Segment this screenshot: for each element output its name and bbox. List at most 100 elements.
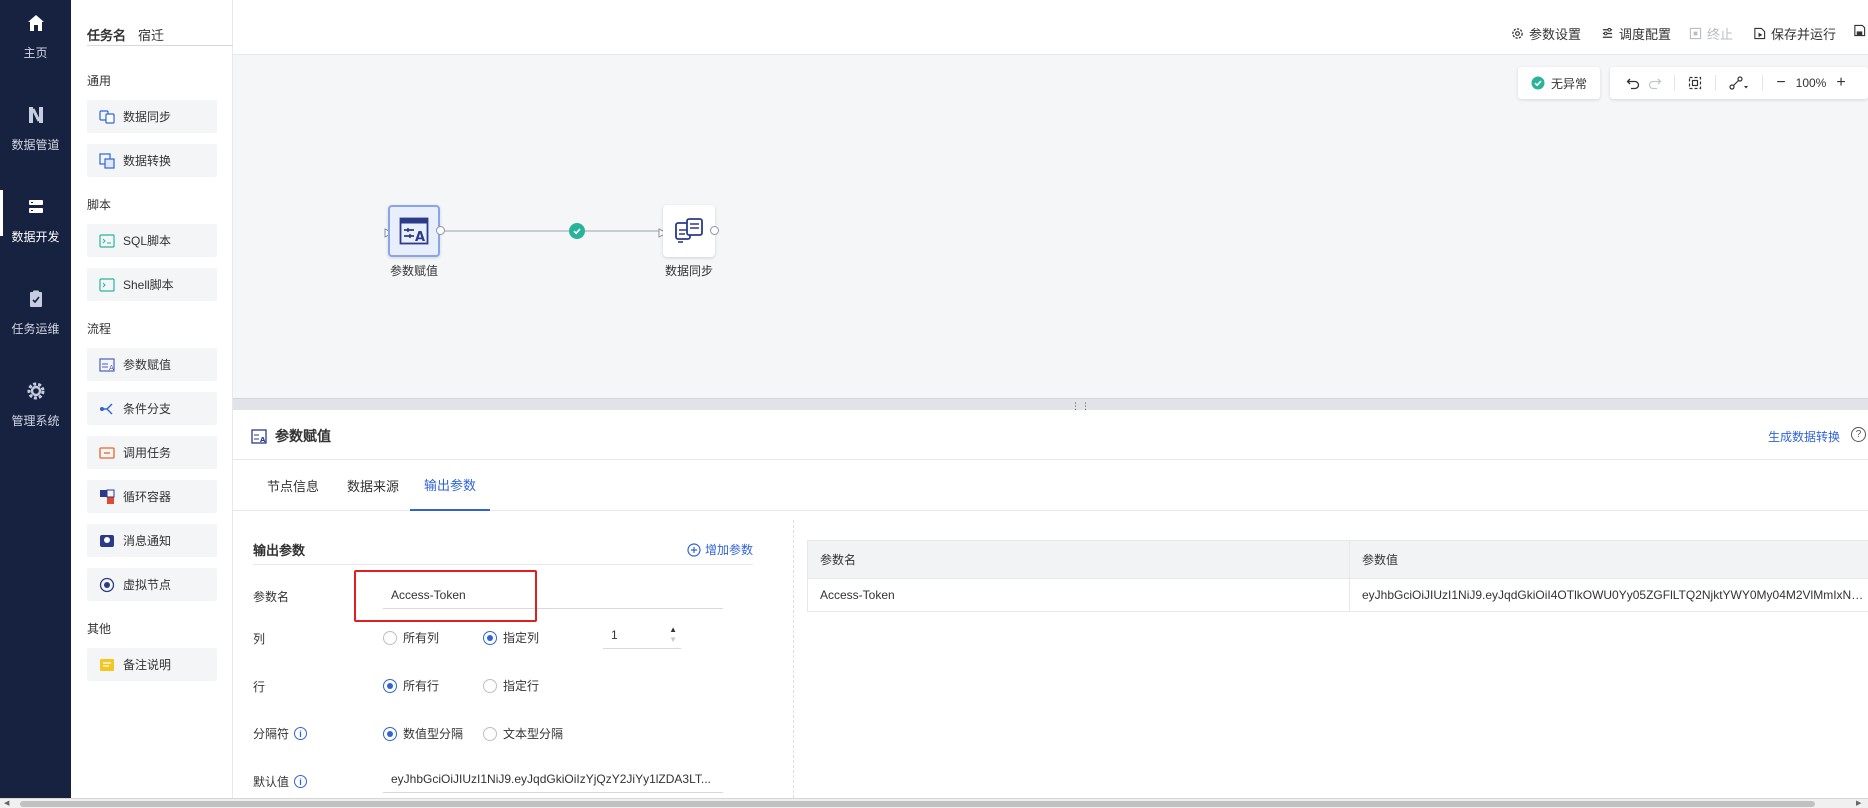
workflow-canvas[interactable]: 无异常 − 100% + A 参数赋值 数据同步 xyxy=(233,55,1868,398)
form-section-title: 输出参数 xyxy=(253,543,306,558)
fit-view-button[interactable] xyxy=(1683,76,1707,90)
palette-item-data-transform[interactable]: 数据转换 xyxy=(87,144,217,177)
zoom-out-button[interactable]: − xyxy=(1771,74,1791,92)
nav-label: 数据开发 xyxy=(11,230,60,244)
node-output-port[interactable] xyxy=(436,226,445,235)
nav-label: 任务运维 xyxy=(11,322,60,336)
redo-icon xyxy=(1648,78,1662,90)
info-icon[interactable]: i xyxy=(294,727,308,740)
node-label-data-sync: 数据同步 xyxy=(664,264,713,278)
help-icon[interactable]: ? xyxy=(1851,427,1866,442)
data-sync-icon xyxy=(99,109,115,125)
view-ctrl-divider xyxy=(1715,75,1716,91)
row-label: 行 xyxy=(253,680,266,694)
add-param-button[interactable]: 增加参数 xyxy=(687,541,753,558)
scrollbar-thumb[interactable] xyxy=(20,801,1815,807)
call-task-icon xyxy=(99,445,115,461)
node-data-sync[interactable] xyxy=(663,205,715,257)
radio-text-separator[interactable]: 文本型分隔 xyxy=(483,725,563,742)
palette-item-label: 虚拟节点 xyxy=(123,578,172,592)
palette-item-remark[interactable]: 备注说明 xyxy=(87,648,217,681)
pipeline-icon xyxy=(26,100,46,130)
panel-title-text: 参数赋值 xyxy=(275,428,331,444)
message-icon xyxy=(99,533,115,549)
palette-item-param-assign[interactable]: A 参数赋值 xyxy=(87,348,217,381)
radio-specific-row[interactable]: 指定行 xyxy=(483,677,539,694)
palette-item-label: 数据同步 xyxy=(123,110,172,124)
edge-connector[interactable] xyxy=(445,230,660,232)
minus-icon: − xyxy=(1776,74,1786,91)
param-settings-label: 参数设置 xyxy=(1529,27,1582,42)
nav-item-task-ops[interactable]: 任务运维 xyxy=(0,276,71,356)
column-index-stepper[interactable]: 1 ▲ ▼ xyxy=(603,621,681,649)
separator-label-text: 分隔符 xyxy=(253,727,290,741)
radio-label: 指定列 xyxy=(503,631,540,645)
palette-item-shell-script[interactable]: Shell脚本 xyxy=(87,268,217,301)
save-run-icon xyxy=(1754,27,1766,40)
stepper-arrows[interactable]: ▲ ▼ xyxy=(669,625,681,645)
radio-specific-column[interactable]: 指定列 xyxy=(483,629,539,646)
table-row[interactable]: Access-Token eyJhbGciOiJIUzI1NiJ9.eyJqdG… xyxy=(807,578,1868,612)
nav-label: 数据管道 xyxy=(11,138,60,152)
stop-button[interactable]: 终止 xyxy=(1689,24,1733,43)
column-header-param-name: 参数名 xyxy=(807,540,1350,579)
palette-item-virtual-node[interactable]: 虚拟节点 xyxy=(87,568,217,601)
main-nav: 主页 数据管道 数据开发 任务运维 管理系统 xyxy=(0,0,71,808)
save-run-button[interactable]: 保存并运行 xyxy=(1753,24,1836,43)
node-output-port[interactable] xyxy=(710,226,719,235)
task-name-value[interactable]: 宿迁 xyxy=(138,25,164,44)
radio-dot xyxy=(483,678,497,693)
nav-item-home[interactable]: 主页 xyxy=(0,0,71,80)
nav-item-pipeline[interactable]: 数据管道 xyxy=(0,92,71,172)
tab-output-params[interactable]: 输出参数 xyxy=(410,460,491,511)
radio-all-columns[interactable]: 所有列 xyxy=(383,629,439,646)
radio-numeric-separator[interactable]: 数值型分隔 xyxy=(383,725,463,742)
scroll-left-icon[interactable]: ◀ xyxy=(4,799,9,808)
palette-item-loop-container[interactable]: 循环容器 xyxy=(87,480,217,513)
scroll-right-icon[interactable]: ▶ xyxy=(1856,799,1861,808)
panel-splitter[interactable]: ⋮⋮ xyxy=(233,398,1868,411)
undo-button[interactable] xyxy=(1622,76,1644,90)
panel-tabs: 节点信息 数据来源 输出参数 xyxy=(233,460,1868,511)
palette-item-message-notify[interactable]: 消息通知 xyxy=(87,524,217,557)
zoom-level: 100% xyxy=(1795,76,1827,90)
info-icon[interactable]: i xyxy=(294,775,308,788)
palette-item-call-task[interactable]: 调用任务 xyxy=(87,436,217,469)
layout-dropdown[interactable] xyxy=(1724,76,1754,90)
horizontal-scrollbar[interactable]: ◀ ▶ xyxy=(0,798,1868,808)
palette-item-sql-script[interactable]: SQL脚本 xyxy=(87,224,217,257)
param-settings-button[interactable]: 参数设置 xyxy=(1511,24,1581,43)
palette-item-condition-branch[interactable]: 条件分支 xyxy=(87,392,217,425)
schedule-config-button[interactable]: 调度配置 xyxy=(1601,24,1671,43)
up-arrow-icon[interactable]: ▲ xyxy=(669,625,677,635)
default-value-input[interactable]: eyJhbGciOiJIUzI1NiJ9.eyJqdGkiOiIzYjQzY2J… xyxy=(383,765,723,793)
down-arrow-icon[interactable]: ▼ xyxy=(669,635,677,645)
column-index-value: 1 xyxy=(611,627,618,642)
param-assign-icon: A xyxy=(399,217,429,245)
zoom-in-button[interactable]: + xyxy=(1831,74,1851,92)
palette-item-label: SQL脚本 xyxy=(123,234,172,248)
default-value-label: 默认值 i xyxy=(253,773,308,790)
palette-item-data-sync[interactable]: 数据同步 xyxy=(87,100,217,133)
nav-item-data-dev[interactable]: 数据开发 xyxy=(0,184,71,264)
shell-script-icon xyxy=(99,277,115,293)
sql-script-icon xyxy=(99,233,115,249)
generate-transform-link[interactable]: 生成数据转换 xyxy=(1768,428,1840,445)
nav-item-admin[interactable]: 管理系统 xyxy=(0,368,71,448)
data-sync-icon xyxy=(675,218,703,243)
tab-node-info[interactable]: 节点信息 xyxy=(253,460,333,511)
branch-icon xyxy=(99,401,115,417)
edge-success-icon[interactable] xyxy=(569,223,585,239)
redo-button[interactable] xyxy=(1644,76,1666,90)
panel-title: A 参数赋值 xyxy=(251,426,331,446)
nav-label: 主页 xyxy=(23,46,48,60)
radio-dot xyxy=(383,630,397,645)
node-palette: 任务名 宿迁 通用 数据同步 数据转换 脚本 SQL脚本 Shell脚本 流程 … xyxy=(71,0,331,798)
loop-container-icon xyxy=(99,489,115,505)
save-button[interactable] xyxy=(1853,24,1866,37)
tab-data-source[interactable]: 数据来源 xyxy=(333,460,413,511)
radio-label: 所有行 xyxy=(403,679,440,693)
view-controls: − 100% + xyxy=(1610,67,1868,99)
node-param-assign[interactable]: A xyxy=(388,205,440,257)
radio-all-rows[interactable]: 所有行 xyxy=(383,677,439,694)
